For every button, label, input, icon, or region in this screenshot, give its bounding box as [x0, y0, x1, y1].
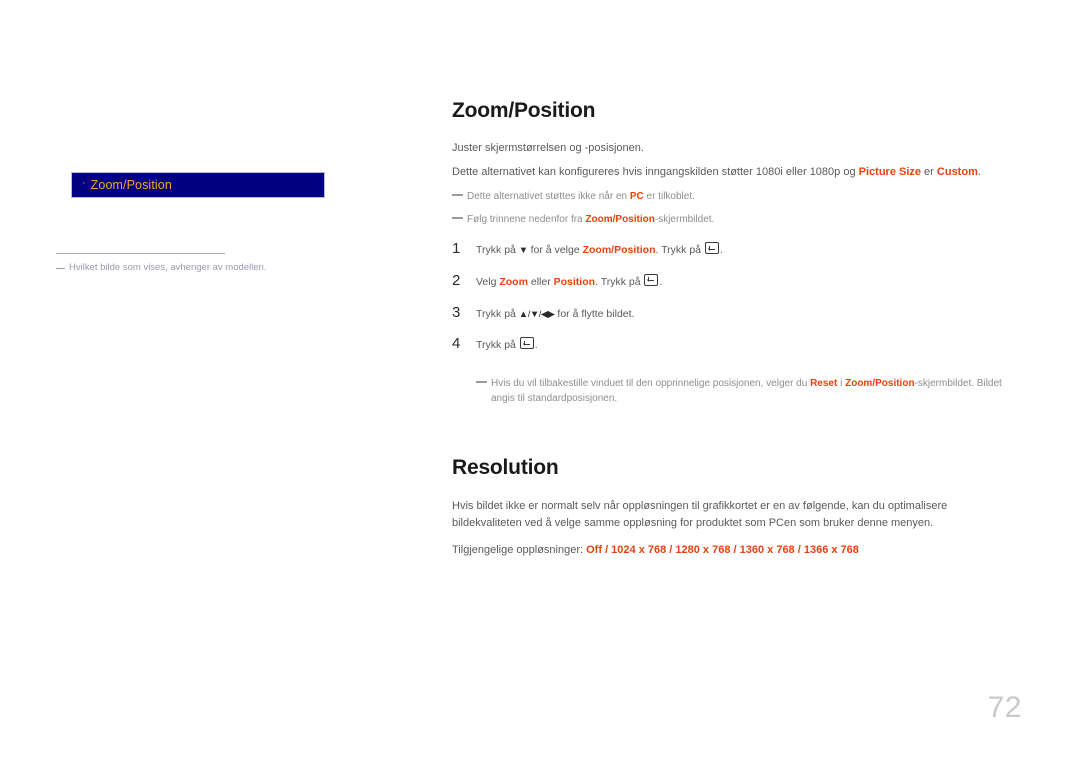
term-picture-size: Picture Size	[858, 166, 921, 179]
step3-text-a: Trykk på	[476, 307, 519, 320]
step-number: 2	[452, 271, 461, 289]
zoom-desc2-text-a: Dette alternativet kan konfigureres hvis…	[452, 166, 859, 179]
step-text: Trykk på ▲/▼/◀▶ for å flytte bildet.	[476, 307, 634, 323]
step1-text-a: Trykk på	[476, 244, 519, 257]
zoom-note-1: Dette alternativet støttes ikke når en P…	[452, 189, 1012, 204]
menu-bullet-icon: ·	[82, 177, 86, 189]
zoom-note1-text-a: Dette alternativet støttes ikke når en	[467, 191, 630, 203]
final-note-text-a: Hvis du vil tilbakestille vinduet til de…	[491, 378, 811, 390]
term-reset: Reset	[810, 378, 838, 390]
page-title-zoom-position: Zoom/Position	[452, 99, 596, 122]
term-zoom: Zoom	[499, 275, 528, 288]
zoom-note1-text-c: er tilkoblet.	[643, 191, 695, 203]
zoom-note-1-text: Dette alternativet støttes ikke når en P…	[467, 189, 1012, 204]
left-panel-divider	[56, 253, 225, 254]
zoom-note2-text-a: Følg trinnene nedenfor fra	[467, 214, 586, 226]
step1-text-d: . Trykk på	[655, 244, 704, 257]
resolution-available-list: Tilgjengelige oppløsninger: Off / 1024 x…	[452, 542, 1012, 559]
term-zoom-position: Zoom/Position	[582, 244, 656, 257]
term-zoom-position: Zoom/Position	[585, 214, 655, 226]
step3-text-b: for å flytte bildet.	[554, 307, 635, 320]
main-content-column: Zoom/Position Juster skjermstørrelsen og…	[452, 0, 1012, 559]
step2-text-a: Velg	[476, 275, 500, 288]
step-number: 3	[452, 303, 461, 321]
resolution-list-values: Off / 1024 x 768 / 1280 x 768 / 1360 x 7…	[586, 544, 859, 557]
left-illustration-panel: · Zoom/Position Hvilket bilde som vises,…	[0, 0, 440, 763]
direction-arrows-icon: ▲/▼/◀▶	[518, 308, 555, 320]
step4-text-a: Trykk på	[476, 339, 519, 352]
left-panel-note: Hvilket bilde som vises, avhenger av mod…	[56, 262, 386, 273]
step2-text-b: eller	[527, 275, 554, 288]
step1-text-e: .	[719, 244, 723, 257]
step-text: Trykk på .	[476, 337, 538, 354]
arrow-down-icon: ▼	[518, 245, 528, 257]
left-panel-note-text: Hvilket bilde som vises, avhenger av mod…	[69, 262, 267, 273]
note-dash-icon	[476, 381, 487, 383]
step1-text-b: for å velge	[527, 244, 583, 257]
term-pc: PC	[629, 191, 644, 203]
page-number: 72	[987, 691, 1022, 724]
osd-menu-screenshot: · Zoom/Position	[71, 172, 325, 198]
menu-item-label-zoom-position: Zoom/Position	[90, 178, 172, 192]
step-number: 1	[452, 240, 461, 258]
zoom-note2-text-c: -skjermbildet.	[654, 214, 715, 226]
zoom-final-note-text: Hvis du vil tilbakestille vinduet til de…	[491, 376, 1012, 406]
zoom-desc2-text-c: er	[921, 166, 937, 179]
term-zoom-position: Zoom/Position	[845, 378, 915, 390]
step-item: 3 Trykk på ▲/▼/◀▶ for å flytte bildet.	[452, 304, 1012, 323]
step-item: 1 Trykk på ▼ for å velge Zoom/Position. …	[452, 240, 1012, 259]
final-note-text-c: i	[837, 378, 846, 390]
step2-text-f: .	[659, 275, 663, 288]
step-number: 4	[452, 335, 461, 353]
page-title-resolution: Resolution	[452, 456, 559, 480]
step-text: Velg Zoom eller Position. Trykk på .	[476, 273, 663, 291]
zoom-note-2: Følg trinnene nedenfor fra Zoom/Position…	[452, 212, 1012, 227]
term-custom: Custom	[936, 166, 978, 179]
resolution-list-label: Tilgjengelige oppløsninger:	[452, 544, 587, 557]
zoom-desc2-text-e: .	[977, 166, 981, 179]
step-item: 4 Trykk på .	[452, 335, 1012, 354]
step4-text-e: .	[534, 339, 538, 352]
instruction-steps-list: 1 Trykk på ▼ for å velge Zoom/Position. …	[452, 240, 1012, 354]
enter-key-icon	[704, 242, 719, 255]
note-dash-icon	[56, 268, 65, 269]
step-item: 2 Velg Zoom eller Position. Trykk på .	[452, 272, 1012, 291]
step-text: Trykk på ▼ for å velge Zoom/Position. Tr…	[476, 242, 723, 259]
zoom-description-line-2: Dette alternativet kan konfigureres hvis…	[452, 164, 1012, 181]
term-position: Position	[553, 275, 596, 288]
enter-key-icon	[644, 273, 659, 286]
zoom-description-line-1: Juster skjermstørrelsen og -posisjonen.	[452, 142, 644, 154]
note-dash-icon	[452, 217, 463, 219]
zoom-note-2-text: Følg trinnene nedenfor fra Zoom/Position…	[467, 212, 1012, 227]
step2-text-e: . Trykk på	[595, 275, 644, 288]
zoom-final-note: Hvis du vil tilbakestille vinduet til de…	[476, 376, 1012, 406]
resolution-description: Hvis bildet ikke er normalt selv når opp…	[452, 500, 948, 530]
enter-key-icon	[519, 337, 534, 350]
note-dash-icon	[452, 194, 463, 196]
